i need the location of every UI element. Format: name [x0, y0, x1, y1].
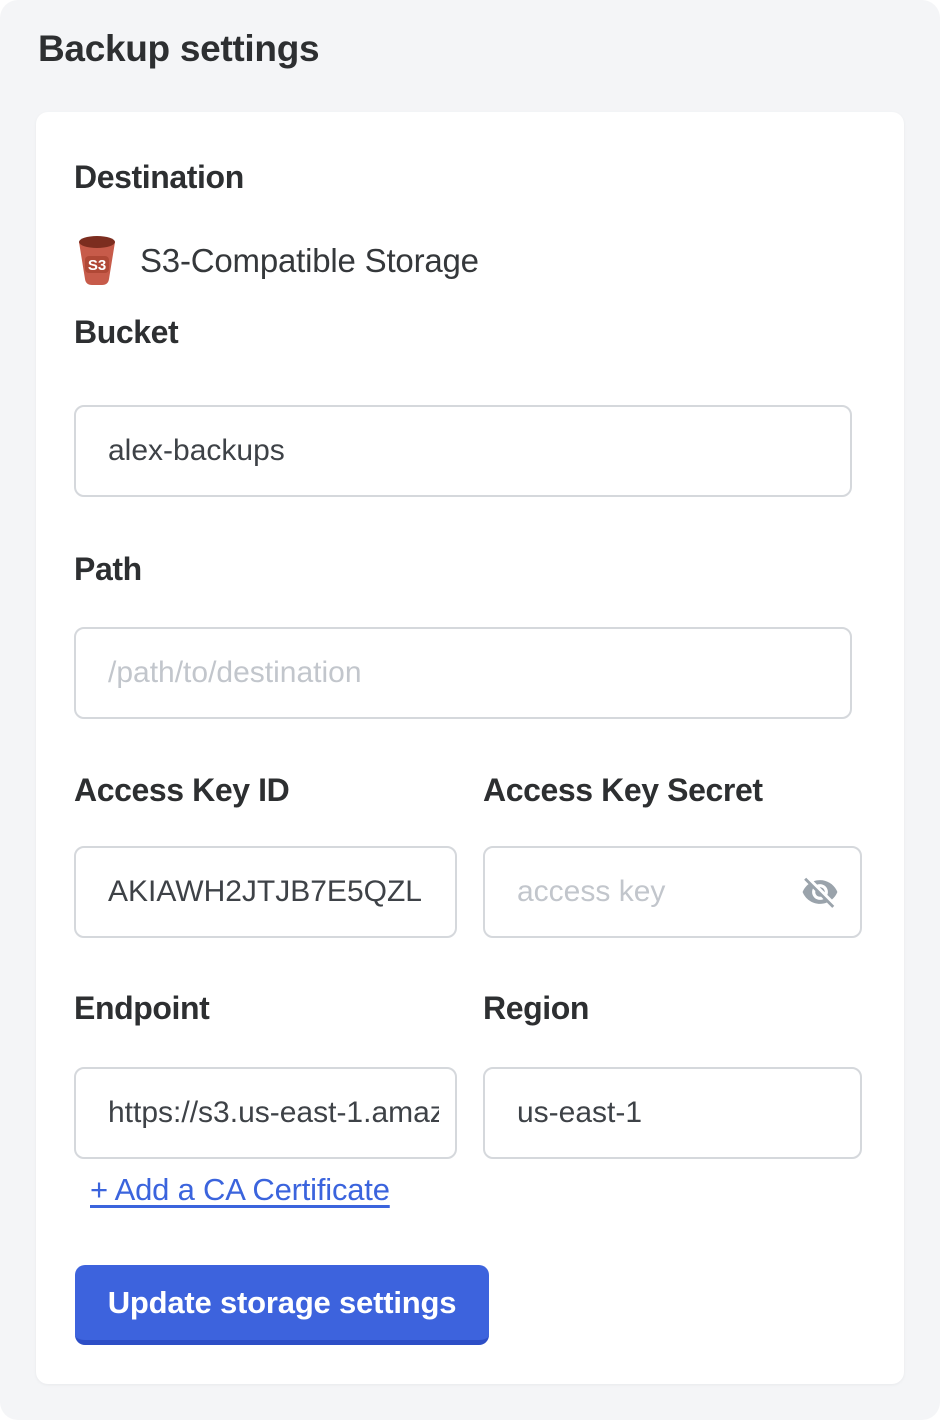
endpoint-input[interactable] [74, 1067, 457, 1159]
page-title: Backup settings [38, 28, 319, 70]
backup-settings-card: Destination S3 S3-Compatible Storage Buc… [36, 112, 904, 1384]
svg-text:S3: S3 [88, 257, 106, 274]
update-storage-settings-button[interactable]: Update storage settings [75, 1265, 489, 1345]
bucket-label: Bucket [74, 313, 178, 351]
access-key-id-input[interactable] [74, 846, 457, 938]
toggle-secret-visibility-button[interactable] [800, 872, 840, 912]
access-key-secret-field [483, 846, 862, 938]
endpoint-label: Endpoint [74, 989, 209, 1027]
region-label: Region [483, 989, 589, 1027]
add-ca-certificate-link[interactable]: + Add a CA Certificate [90, 1172, 390, 1208]
access-key-secret-label: Access Key Secret [483, 771, 763, 809]
destination-value: S3-Compatible Storage [140, 242, 479, 280]
path-input[interactable] [74, 627, 852, 719]
backup-settings-page: Backup settings Destination S3 S3-Compat… [0, 0, 940, 1420]
destination-label: Destination [74, 158, 244, 196]
s3-bucket-icon: S3 [77, 235, 117, 285]
bucket-input[interactable] [74, 405, 852, 497]
eye-off-icon [801, 873, 839, 911]
region-input[interactable] [483, 1067, 862, 1159]
access-key-id-label: Access Key ID [74, 771, 289, 809]
path-label: Path [74, 550, 142, 588]
